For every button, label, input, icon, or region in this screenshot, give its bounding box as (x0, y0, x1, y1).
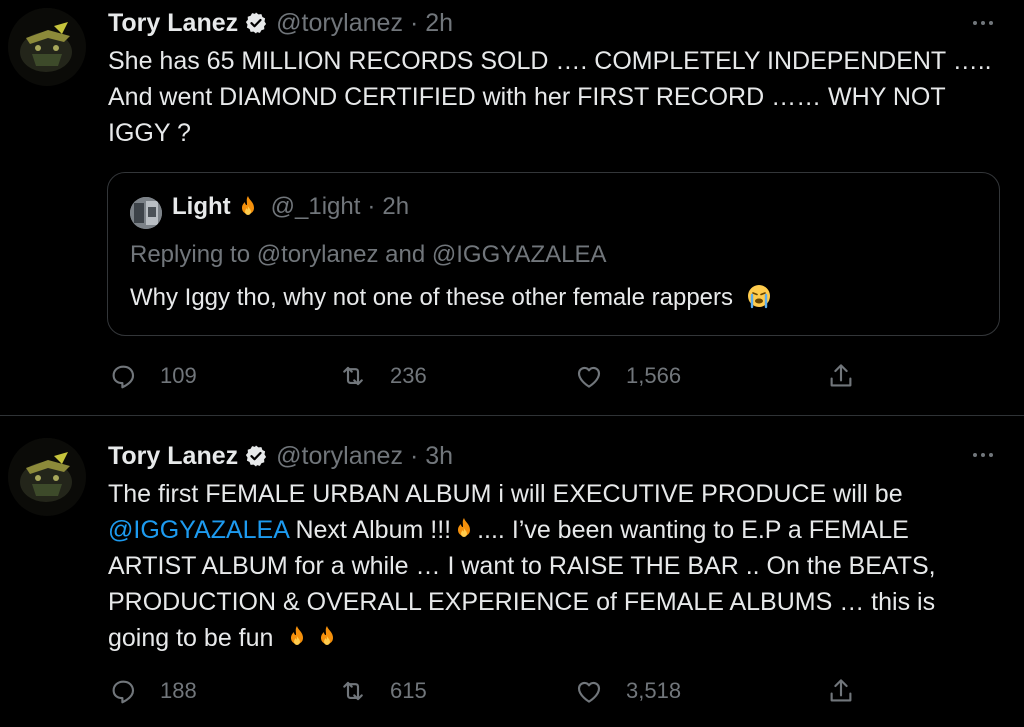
retweet-icon (343, 681, 363, 701)
fire-emoji-icon (291, 626, 304, 645)
avatar-image (8, 8, 86, 86)
tweet-text-line: The first FEMALE URBAN ALBUM i will EXEC… (108, 480, 903, 508)
author-handle[interactable]: @torylanez (276, 442, 403, 471)
verified-badge-icon (246, 12, 267, 34)
quoted-timestamp[interactable]: 2h (382, 193, 409, 221)
tweet-text-line: And went DIAMOND CERTIFIED with her FIRS… (108, 83, 946, 111)
tweet-actions: 188 615 3,518 (108, 676, 868, 708)
reply-icon (112, 680, 135, 704)
tweet-text: The first FEMALE URBAN ALBUM i will EXEC… (108, 476, 1008, 656)
more-icon[interactable] (970, 442, 996, 468)
reply-icon (112, 365, 135, 389)
quoted-author-handle[interactable]: @_1ight (271, 193, 361, 221)
reply-count: 109 (160, 363, 197, 388)
tweet-timestamp[interactable]: 3h (425, 442, 453, 471)
like-icon (577, 681, 601, 703)
quoted-replying-to: Replying to @torylanez and @IGGYAZALEA (130, 241, 607, 268)
tweet-text-line: going to be fun (108, 620, 1008, 656)
reply-button[interactable]: 188 (108, 676, 197, 706)
quoted-author-avatar[interactable] (130, 197, 162, 229)
quoted-text-content: Why Iggy tho, why not one of these other… (130, 284, 733, 311)
tweet-text-line: PRODUCTION & OVERALL EXPERIENCE of FEMAL… (108, 588, 936, 616)
tweet-header: Tory Lanez @torylanez · 3h (108, 436, 453, 476)
tweet-text-line: ARTIST ALBUM for a while … I want to RAI… (108, 552, 936, 580)
tweet-text: She has 65 MILLION RECORDS SOLD …. COMPL… (108, 43, 1008, 151)
share-button[interactable] (826, 676, 856, 706)
verified-badge-icon (246, 445, 267, 467)
author-name[interactable]: Tory Lanez (108, 9, 238, 38)
fire-emoji-icon (458, 518, 471, 537)
separator-dot: · (367, 193, 376, 220)
retweet-count: 615 (390, 678, 427, 703)
tweet-text-segment: .... I’ve been wanting to E.P a FEMALE (477, 516, 909, 544)
quoted-text: Why Iggy tho, why not one of these other… (130, 283, 772, 312)
retweet-button[interactable]: 236 (338, 361, 427, 391)
separator-dot: · (409, 441, 419, 470)
quoted-header: Light @_1ight · 2h (172, 193, 409, 221)
fire-emoji-icon (241, 196, 254, 215)
tweet-text-segment: going to be fun (108, 624, 281, 652)
quoted-tweet[interactable]: Light @_1ight · 2h Replying to @torylane… (107, 172, 1000, 336)
reply-count: 188 (160, 678, 197, 703)
mention-link[interactable]: @IGGYAZALEA (108, 516, 289, 544)
reply-button[interactable]: 109 (108, 361, 197, 391)
tweet-text-segment: Next Album !!! (288, 516, 452, 544)
retweet-icon (343, 366, 363, 386)
like-button[interactable]: 3,518 (574, 676, 681, 706)
author-handle[interactable]: @torylanez (276, 9, 403, 38)
retweet-count: 236 (390, 363, 427, 388)
author-avatar[interactable] (8, 438, 86, 516)
tweet-header: Tory Lanez @torylanez · 2h (108, 3, 453, 43)
share-icon (830, 364, 852, 387)
author-name[interactable]: Tory Lanez (108, 442, 238, 471)
crying-emoji-icon (747, 285, 770, 309)
more-icon[interactable] (970, 10, 996, 36)
share-button[interactable] (826, 361, 856, 391)
like-count: 1,566 (626, 363, 682, 388)
like-button[interactable]: 1,566 (574, 361, 681, 391)
like-icon (577, 366, 601, 388)
quoted-author-name[interactable]: Light (172, 193, 231, 221)
avatar-image (8, 438, 86, 516)
retweet-button[interactable]: 615 (338, 676, 427, 706)
tweet-text-line: @IGGYAZALEA Next Album !!! .... I’ve bee… (108, 512, 1008, 548)
like-count: 3,518 (626, 678, 682, 703)
author-avatar[interactable] (8, 8, 86, 86)
fire-emoji-icon (321, 626, 334, 645)
share-icon (830, 679, 852, 702)
separator-dot: · (409, 8, 419, 37)
tweet-actions: 109 236 1,566 (108, 361, 868, 393)
tweet-timestamp[interactable]: 2h (425, 9, 453, 38)
tweet-text-line: IGGY ? (108, 119, 191, 147)
tweet-text-line: She has 65 MILLION RECORDS SOLD …. COMPL… (108, 47, 992, 75)
